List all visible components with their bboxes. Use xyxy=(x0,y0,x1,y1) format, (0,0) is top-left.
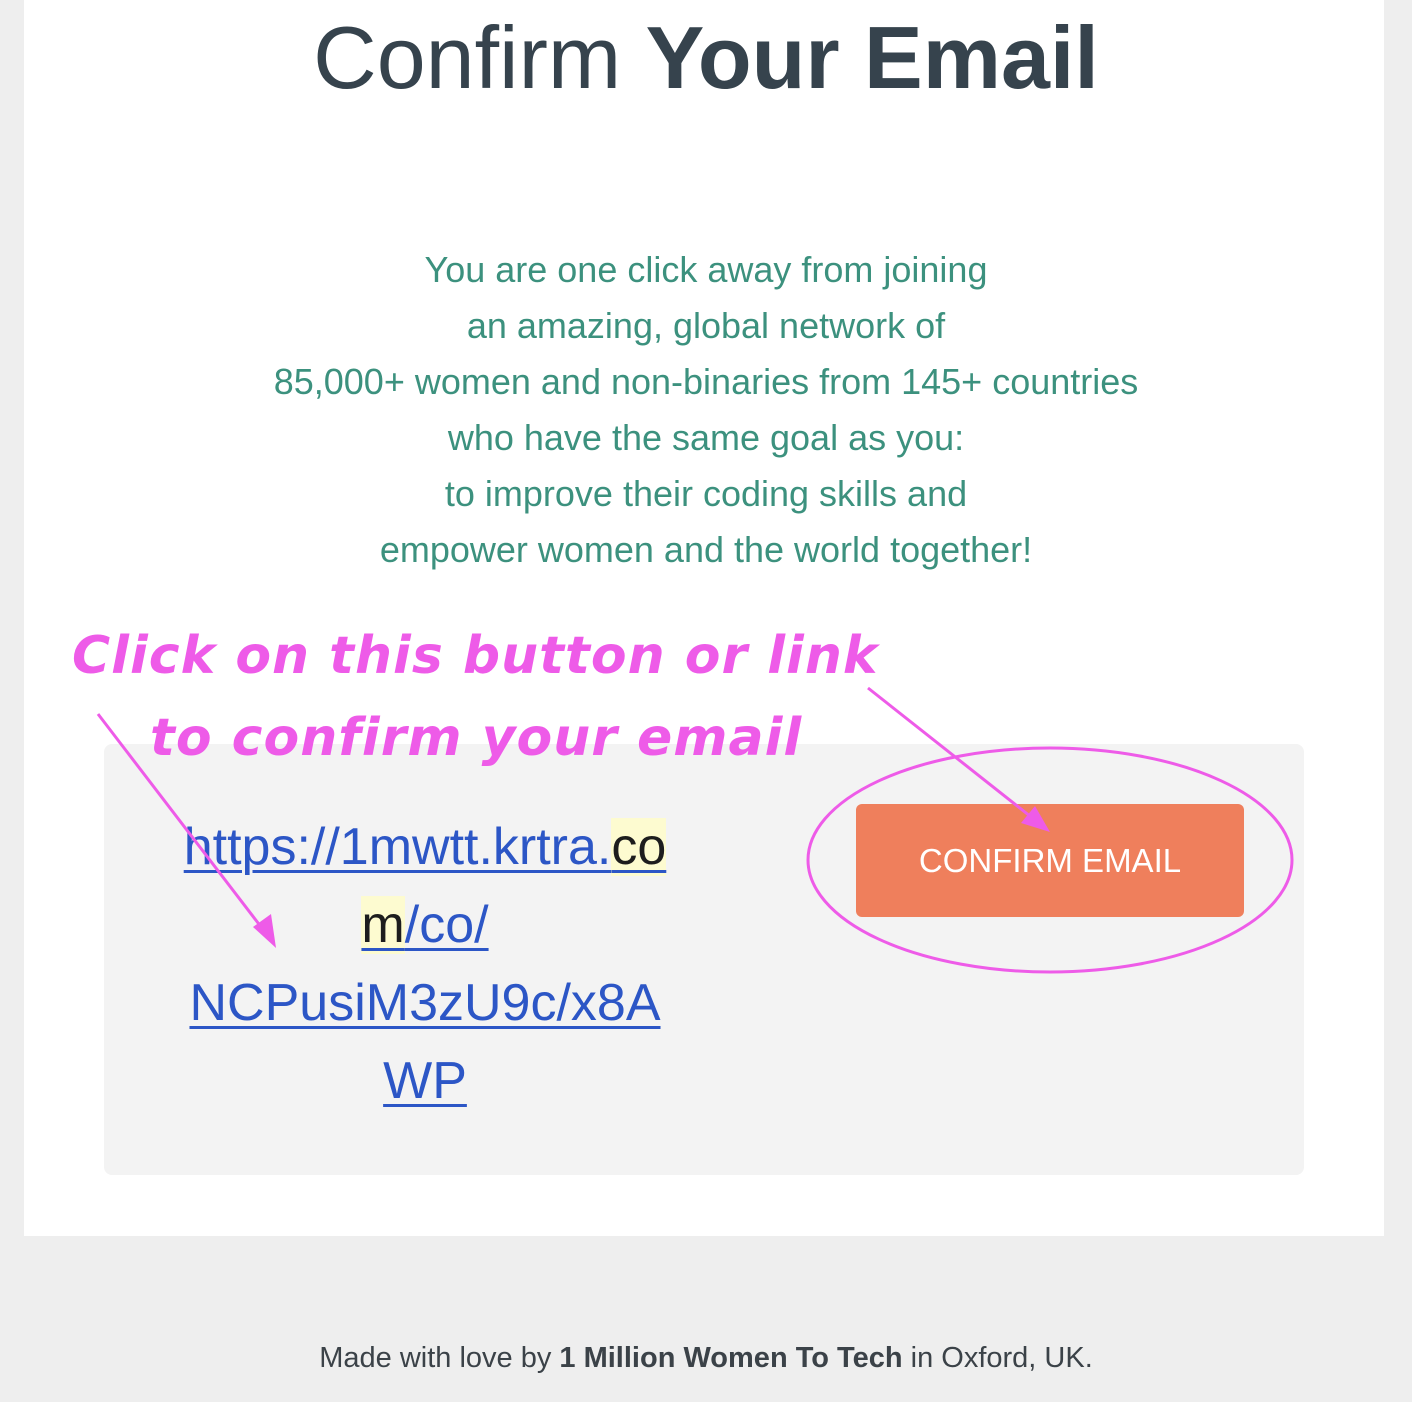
confirm-link-text[interactable]: /co/ xyxy=(405,896,489,954)
footer-prefix: Made with love by xyxy=(319,1342,552,1374)
footer-suffix: in Oxford, UK. xyxy=(910,1342,1093,1374)
title-light: Confirm xyxy=(313,8,622,107)
confirm-link-line-3[interactable]: NCPusiM3zU9c/x8A xyxy=(150,964,700,1042)
confirm-email-button[interactable]: CONFIRM EMAIL xyxy=(856,804,1244,917)
intro-text: You are one click away from joining an a… xyxy=(0,242,1412,578)
intro-line: You are one click away from joining xyxy=(424,249,988,290)
intro-line: to improve their coding skills and xyxy=(444,473,968,514)
footer: Made with love by 1 Million Women To Tec… xyxy=(0,1338,1412,1378)
intro-line: an amazing, global network of xyxy=(466,305,946,346)
confirm-link-line-1[interactable]: https://1mwtt.krtra.co xyxy=(150,808,700,886)
title-bold: Your Email xyxy=(645,8,1099,107)
confirm-link-highlight[interactable]: m xyxy=(361,896,405,954)
confirm-link[interactable]: https://1mwtt.krtra.co m/co/ NCPusiM3zU9… xyxy=(150,808,700,1120)
annotation-line-1: Click on this button or link xyxy=(72,626,879,686)
intro-line: 85,000+ women and non-binaries from 145+… xyxy=(273,361,1139,402)
intro-line: who have the same goal as you: xyxy=(447,417,965,458)
confirm-link-text[interactable]: https://1mwtt.krtra. xyxy=(184,818,612,876)
confirm-link-line-2[interactable]: m/co/ xyxy=(150,886,700,964)
confirm-link-highlight[interactable]: co xyxy=(611,818,667,876)
annotation-line-2: to confirm your email xyxy=(150,708,803,768)
confirm-link-line-4[interactable]: WP xyxy=(150,1042,700,1120)
page-title: Confirm Your Email xyxy=(0,8,1412,108)
footer-org: 1 Million Women To Tech xyxy=(559,1342,903,1374)
intro-line: empower women and the world together! xyxy=(379,529,1033,570)
